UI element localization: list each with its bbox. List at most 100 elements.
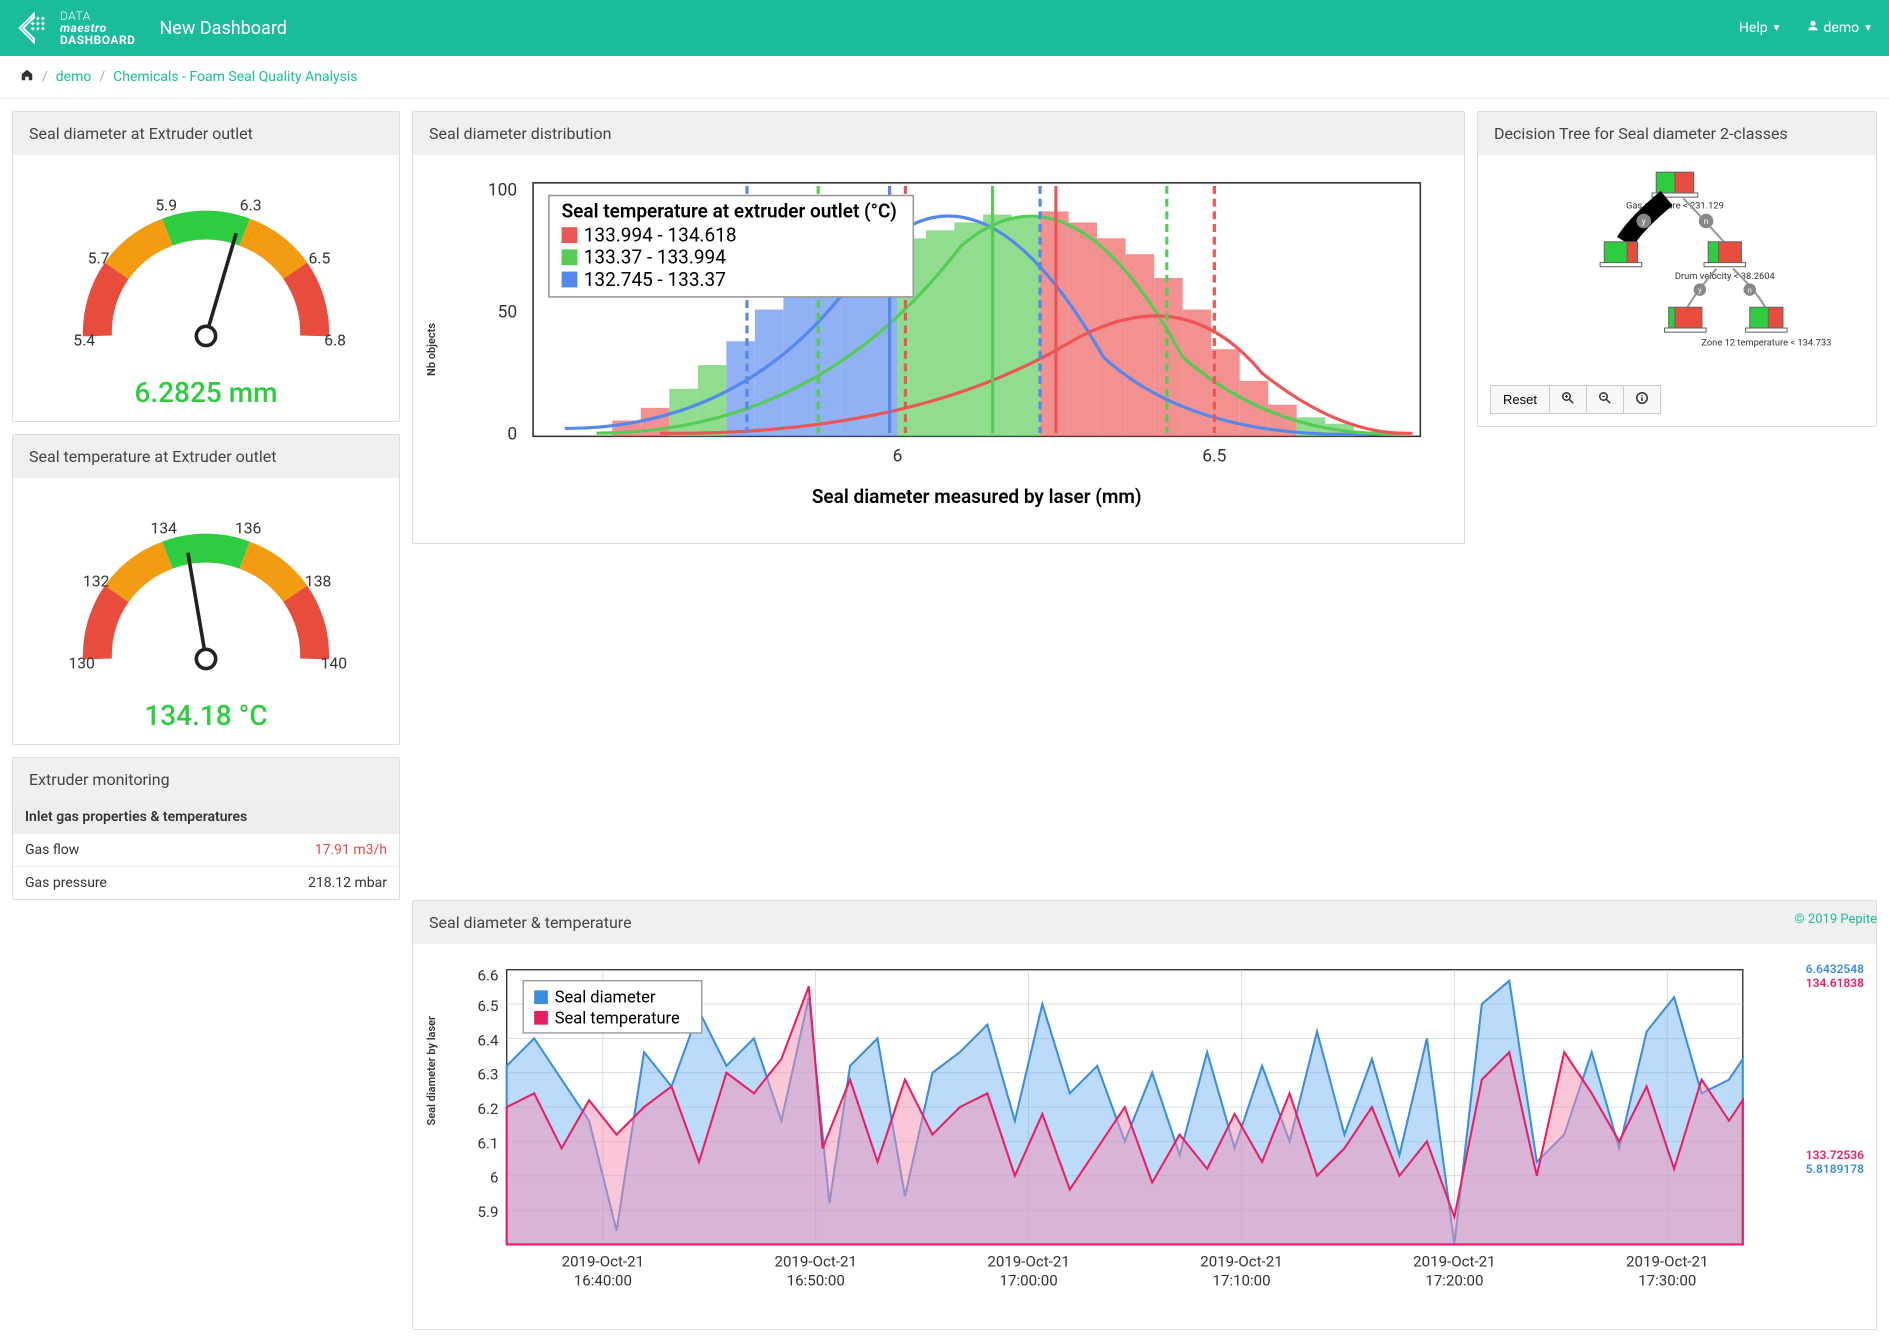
timeseries-chart[interactable]: 5.9 6 6.1 6.2 6.3 6.4 6.5 6.6 2019-Oct-2… <box>438 956 1784 1313</box>
svg-text:17:00:00: 17:00:00 <box>999 1272 1057 1290</box>
gauge-chart: 130 132 134 136 138 140 <box>25 490 387 695</box>
svg-text:y: y <box>1642 217 1646 227</box>
logo[interactable]: DATA maestro DASHBOARD <box>16 10 135 46</box>
breadcrumb-item[interactable]: Chemicals - Foam Seal Quality Analysis <box>113 69 357 85</box>
help-menu[interactable]: Help ▼ <box>1739 20 1782 36</box>
svg-text:2019-Oct-21: 2019-Oct-21 <box>774 1253 856 1271</box>
breadcrumb-sep: / <box>99 69 105 85</box>
svg-text:17:10:00: 17:10:00 <box>1212 1272 1270 1290</box>
info-button[interactable] <box>1624 385 1661 414</box>
panel-title: Seal diameter & temperature <box>413 901 1876 944</box>
ts-right-value: 134.61838 <box>1784 976 1864 990</box>
svg-text:0: 0 <box>507 425 517 445</box>
svg-text:134: 134 <box>150 519 177 538</box>
svg-text:6.5: 6.5 <box>1202 447 1226 467</box>
svg-text:6: 6 <box>893 447 903 467</box>
ts-right-value: 5.8189178 <box>1784 1162 1864 1176</box>
monitor-section-title: Inlet gas properties & temperatures <box>13 801 399 833</box>
panel-distribution: Seal diameter distribution Nb objects <box>412 111 1465 544</box>
gauge-value: 6.2825 mm <box>25 376 387 409</box>
svg-text:6.2: 6.2 <box>477 1100 498 1118</box>
panel-decision-tree: Decision Tree for Seal diameter 2-classe… <box>1477 111 1877 427</box>
y-axis-label: Seal diameter by laser <box>425 1016 438 1126</box>
svg-text:6.4: 6.4 <box>477 1032 498 1050</box>
svg-text:100: 100 <box>488 181 517 201</box>
panel-title: Extruder monitoring <box>13 758 399 801</box>
zoom-in-icon <box>1562 392 1574 404</box>
zoom-out-button[interactable] <box>1587 385 1624 414</box>
svg-text:n: n <box>1748 286 1752 295</box>
zoom-in-button[interactable] <box>1550 385 1587 414</box>
reset-button[interactable]: Reset <box>1490 385 1550 414</box>
ts-right-value: 6.6432548 <box>1784 962 1864 976</box>
svg-text:5.4: 5.4 <box>73 331 95 350</box>
svg-text:Seal diameter measured by lase: Seal diameter measured by laser (mm) <box>812 485 1142 508</box>
panel-title: Seal diameter distribution <box>413 112 1464 155</box>
svg-text:50: 50 <box>498 303 518 323</box>
chevron-down-icon: ▼ <box>1772 23 1782 34</box>
svg-text:6.5: 6.5 <box>309 249 331 268</box>
breadcrumb: / demo / Chemicals - Foam Seal Quality A… <box>0 56 1889 99</box>
svg-text:138: 138 <box>305 572 331 591</box>
svg-text:Zone 12 temperature < 134.733: Zone 12 temperature < 134.733 <box>1701 338 1831 349</box>
panel-title: Seal temperature at Extruder outlet <box>13 435 399 478</box>
svg-text:2019-Oct-21: 2019-Oct-21 <box>562 1253 644 1271</box>
svg-text:Drum velocity < 38.2604: Drum velocity < 38.2604 <box>1675 271 1776 282</box>
y-axis-label: Nb objects <box>425 323 438 376</box>
svg-text:5.9: 5.9 <box>155 195 177 214</box>
svg-text:6.3: 6.3 <box>240 195 262 214</box>
breadcrumb-item[interactable]: demo <box>56 69 92 85</box>
svg-text:Seal diameter: Seal diameter <box>555 989 656 1008</box>
zoom-out-icon <box>1599 392 1611 404</box>
svg-text:y: y <box>1698 286 1702 295</box>
user-menu[interactable]: demo ▼ <box>1806 19 1874 37</box>
svg-text:5.9: 5.9 <box>477 1203 498 1221</box>
svg-text:5.7: 5.7 <box>88 249 110 268</box>
svg-text:Seal temperature: Seal temperature <box>555 1010 680 1029</box>
svg-text:16:40:00: 16:40:00 <box>574 1272 632 1290</box>
svg-text:2019-Oct-21: 2019-Oct-21 <box>1413 1253 1495 1271</box>
chevron-down-icon: ▼ <box>1863 23 1873 34</box>
panel-seal-diameter-gauge: Seal diameter at Extruder outlet 5.4 5.7… <box>12 111 400 422</box>
gauge-chart: 5.4 5.7 5.9 6.3 6.5 6.8 <box>25 167 387 372</box>
svg-text:17:30:00: 17:30:00 <box>1638 1272 1696 1290</box>
user-label: demo <box>1824 20 1860 36</box>
breadcrumb-home[interactable] <box>20 68 34 86</box>
svg-text:132: 132 <box>83 572 110 591</box>
svg-text:17:20:00: 17:20:00 <box>1425 1272 1483 1290</box>
dashboard-title: New Dashboard <box>159 18 286 39</box>
monitor-value: 218.12 mbar <box>308 875 387 891</box>
monitor-label: Gas flow <box>25 842 79 858</box>
monitor-row: Gas pressure 218.12 mbar <box>13 866 399 899</box>
ts-right-value: 133.72536 <box>1784 1148 1864 1162</box>
svg-text:6.6: 6.6 <box>477 967 498 985</box>
breadcrumb-sep: / <box>42 69 48 85</box>
panel-title: Seal diameter at Extruder outlet <box>13 112 399 155</box>
tree-toolbar: Reset <box>1490 385 1864 414</box>
monitor-row: Gas flow 17.91 m3/h <box>13 833 399 866</box>
monitor-label: Gas pressure <box>25 875 107 891</box>
svg-text:Seal temperature at extruder o: Seal temperature at extruder outlet (°C) <box>562 200 897 223</box>
svg-text:140: 140 <box>321 654 347 673</box>
info-icon <box>1636 392 1648 404</box>
decision-tree[interactable]: Gas pressure < 231.129 y n Drum velocity… <box>1490 167 1864 375</box>
svg-text:2019-Oct-21: 2019-Oct-21 <box>1200 1253 1282 1271</box>
home-icon <box>20 70 34 86</box>
monitor-value: 17.91 m3/h <box>315 842 387 858</box>
svg-text:133.37 - 133.994: 133.37 - 133.994 <box>584 246 726 269</box>
user-icon <box>1806 19 1820 37</box>
panel-timeseries: Seal diameter & temperature Seal diamete… <box>412 900 1877 1330</box>
svg-text:6: 6 <box>490 1169 498 1187</box>
panel-title: Decision Tree for Seal diameter 2-classe… <box>1478 112 1876 155</box>
svg-text:6.3: 6.3 <box>477 1066 498 1084</box>
logo-text: DATA maestro DASHBOARD <box>60 10 135 46</box>
svg-text:6.5: 6.5 <box>477 997 498 1015</box>
svg-text:n: n <box>1704 217 1709 227</box>
svg-text:6.1: 6.1 <box>477 1135 498 1153</box>
gauge-value: 134.18 °C <box>25 699 387 732</box>
svg-text:130: 130 <box>68 654 94 673</box>
distribution-chart[interactable]: 0 50 100 6 6.5 Seal temperature at extru… <box>438 167 1452 531</box>
footer-copyright: © 2019 Pepite <box>1794 912 1877 927</box>
topbar: DATA maestro DASHBOARD New Dashboard Hel… <box>0 0 1889 56</box>
panel-seal-temperature-gauge: Seal temperature at Extruder outlet 130 … <box>12 434 400 745</box>
